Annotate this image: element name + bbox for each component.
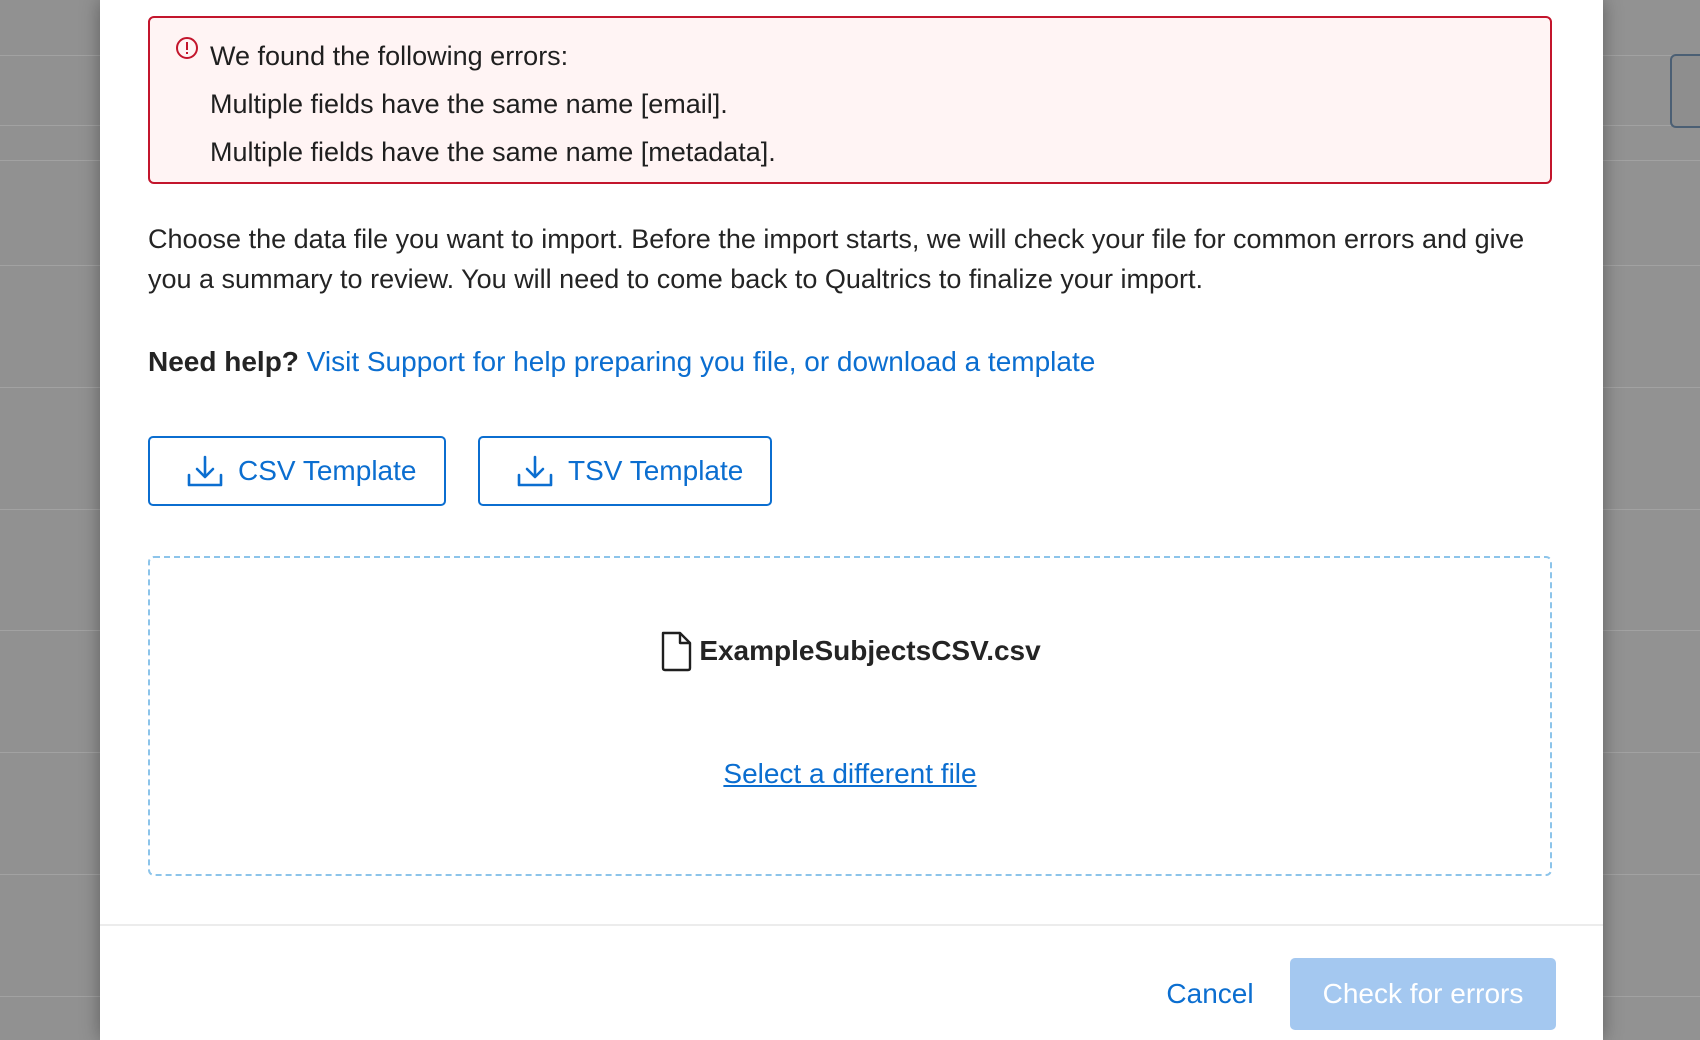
file-dropzone[interactable]: ExampleSubjectsCSV.csv Select a differen… — [148, 556, 1552, 876]
tsv-template-button[interactable]: TSV Template — [478, 436, 772, 506]
file-icon — [659, 630, 693, 672]
alert-circle-icon — [175, 36, 199, 60]
background-button-edge — [1670, 54, 1700, 128]
download-icon — [186, 454, 224, 488]
download-icon — [516, 454, 554, 488]
import-modal: We found the following errors: Multiple … — [100, 0, 1603, 1040]
select-different-file-link[interactable]: Select a different file — [150, 758, 1550, 790]
help-label: Need help? — [148, 346, 299, 377]
support-link[interactable]: Visit Support for help preparing you fil… — [307, 346, 1096, 377]
error-heading: We found the following errors: — [210, 41, 569, 71]
cancel-button[interactable]: Cancel — [1140, 960, 1280, 1028]
error-list: We found the following errors: Multiple … — [210, 32, 776, 176]
check-for-errors-button[interactable]: Check for errors — [1290, 958, 1556, 1030]
csv-template-button[interactable]: CSV Template — [148, 436, 446, 506]
error-item: Multiple fields have the same name [emai… — [210, 89, 728, 119]
error-alert: We found the following errors: Multiple … — [148, 16, 1552, 184]
error-item: Multiple fields have the same name [meta… — [210, 137, 776, 167]
background-right-panel — [1603, 0, 1700, 1040]
help-row: Need help? Visit Support for help prepar… — [148, 346, 1095, 378]
selected-file: ExampleSubjectsCSV.csv — [150, 630, 1550, 672]
background-left-panel — [0, 0, 100, 1040]
file-name: ExampleSubjectsCSV.csv — [699, 635, 1041, 666]
intro-text: Choose the data file you want to import.… — [148, 224, 1525, 294]
csv-template-label: CSV Template — [238, 455, 417, 486]
footer-divider — [100, 924, 1603, 926]
tsv-template-label: TSV Template — [568, 455, 744, 486]
